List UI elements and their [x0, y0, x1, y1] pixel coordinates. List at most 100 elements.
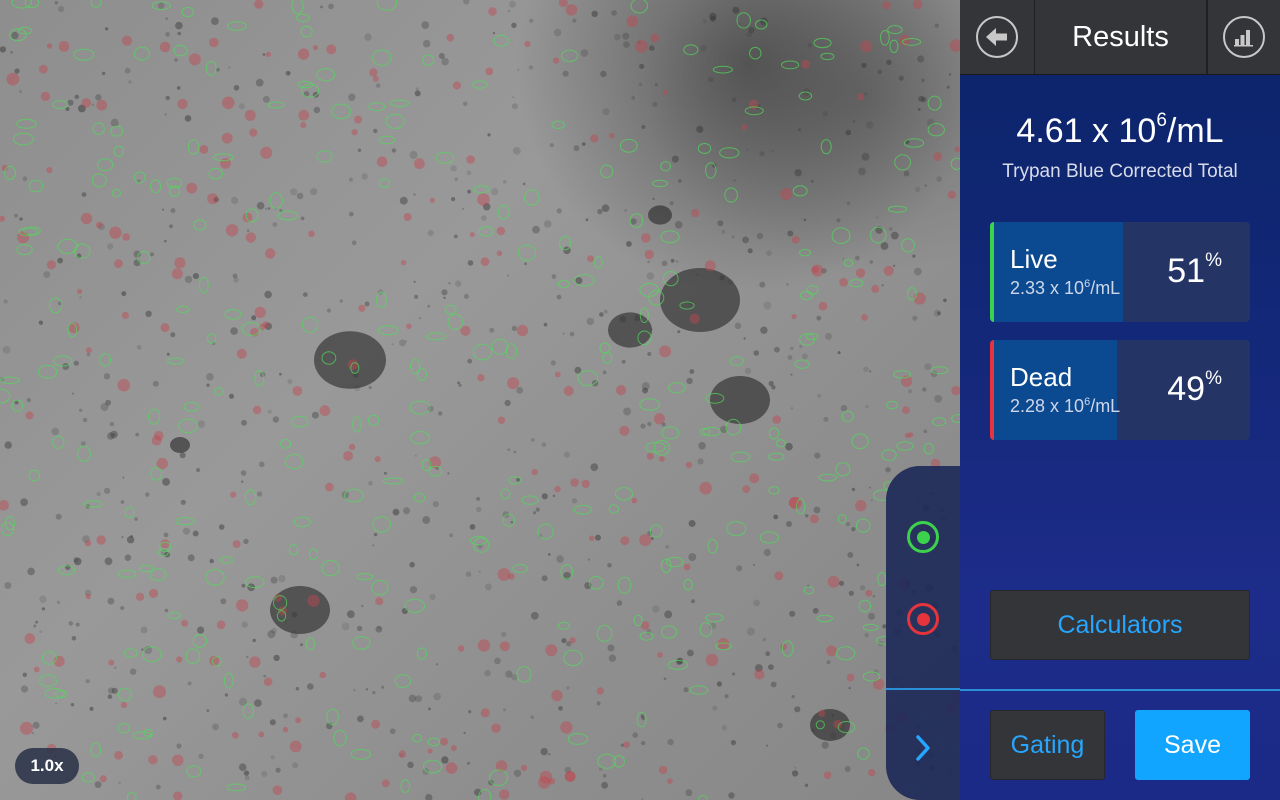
background-speckle [372, 544, 375, 547]
background-speckle [663, 677, 667, 681]
background-speckle [766, 250, 772, 257]
live-cell-marker [768, 452, 785, 461]
debris-blob [710, 376, 770, 424]
background-speckle [710, 16, 716, 22]
live-cell-marker [291, 0, 304, 15]
background-speckle [464, 293, 469, 299]
background-speckle [541, 493, 548, 500]
background-speckle [418, 317, 421, 320]
background-speckle [616, 600, 623, 606]
live-cell-marker [227, 21, 247, 31]
dead-cell-marker [292, 386, 303, 396]
background-speckle [508, 10, 511, 13]
background-speckle [409, 586, 418, 594]
background-speckle [652, 101, 658, 108]
background-speckle [56, 600, 61, 605]
background-speckle [296, 192, 304, 200]
calculators-button[interactable]: Calculators [990, 590, 1250, 660]
background-speckle [702, 19, 708, 24]
background-speckle [165, 17, 168, 20]
dead-cell-marker [865, 589, 873, 597]
live-cell-marker [816, 614, 833, 623]
live-cell-marker [279, 439, 292, 449]
live-cell-marker [18, 26, 33, 35]
background-speckle [162, 208, 165, 211]
live-cell-marker [730, 451, 751, 463]
background-speckle [20, 498, 28, 507]
background-speckle [733, 178, 736, 182]
bar-chart-icon [1223, 16, 1265, 58]
dead-cell-marker [565, 4, 578, 16]
background-speckle [689, 369, 695, 374]
background-speckle [556, 555, 564, 563]
background-speckle [272, 416, 280, 423]
background-speckle [528, 65, 534, 70]
background-speckle [404, 340, 408, 343]
dead-overlay-toggle[interactable] [907, 603, 939, 635]
background-speckle [752, 563, 756, 566]
dead-cell-marker [791, 235, 800, 244]
background-speckle [271, 627, 277, 634]
background-speckle [543, 322, 548, 327]
background-speckle [838, 580, 845, 586]
live-cell-marker [447, 313, 463, 330]
dead-cell-marker [312, 45, 319, 51]
background-speckle [869, 370, 872, 373]
dead-cell-marker [933, 152, 943, 162]
live-cell-marker [90, 742, 102, 758]
dead-cell-marker [249, 656, 261, 668]
background-speckle [803, 218, 807, 222]
save-button[interactable]: Save [1135, 710, 1250, 780]
background-speckle [206, 383, 210, 387]
dead-cell-marker [209, 37, 219, 48]
background-speckle [38, 320, 44, 325]
background-speckle [790, 407, 794, 410]
background-speckle [924, 363, 932, 371]
live-cell-marker [836, 646, 856, 661]
background-speckle [71, 636, 77, 641]
live-cell-marker [837, 514, 847, 524]
dead-cell-marker [507, 377, 520, 390]
live-overlay-toggle[interactable] [907, 521, 939, 553]
background-speckle [622, 32, 630, 40]
live-cell-marker [551, 120, 565, 130]
background-speckle [665, 545, 669, 549]
background-speckle [68, 621, 74, 626]
live-cell-marker [537, 523, 554, 540]
live-cell-marker [316, 150, 333, 163]
live-cell-marker [820, 52, 835, 61]
live-cell-marker [113, 145, 125, 157]
background-speckle [641, 740, 646, 746]
dead-cell-marker [121, 311, 129, 319]
expand-panel-button[interactable] [910, 728, 936, 768]
cell-image-viewer[interactable]: 1.0x [0, 0, 960, 800]
dead-cell-marker [114, 750, 123, 760]
live-cell-marker [749, 46, 762, 60]
live-result-card: Live 2.33 x 106/mL 51% [990, 222, 1250, 322]
live-cell-marker [906, 287, 917, 301]
background-speckle [368, 480, 373, 486]
statistics-button[interactable] [1207, 0, 1280, 74]
background-speckle [375, 625, 383, 633]
background-speckle [585, 218, 589, 222]
live-cell-marker [254, 369, 265, 387]
background-speckle [240, 480, 244, 484]
back-button[interactable] [960, 0, 1035, 74]
dead-cell-marker [252, 405, 262, 415]
dead-cell-marker [623, 741, 630, 748]
background-speckle [491, 188, 499, 196]
background-speckle [55, 702, 58, 705]
dead-cell-marker [620, 536, 630, 546]
background-speckle [251, 315, 257, 321]
dead-cell-marker [351, 129, 358, 136]
background-speckle [766, 744, 769, 747]
background-speckle [794, 766, 797, 769]
gating-button[interactable]: Gating [990, 710, 1105, 780]
live-cell-marker [736, 12, 751, 29]
background-speckle [604, 309, 608, 314]
live-cell-marker [901, 238, 915, 253]
background-speckle [11, 31, 19, 40]
background-speckle [774, 346, 780, 353]
live-cell-marker [794, 359, 810, 369]
live-cell-marker [518, 244, 536, 262]
